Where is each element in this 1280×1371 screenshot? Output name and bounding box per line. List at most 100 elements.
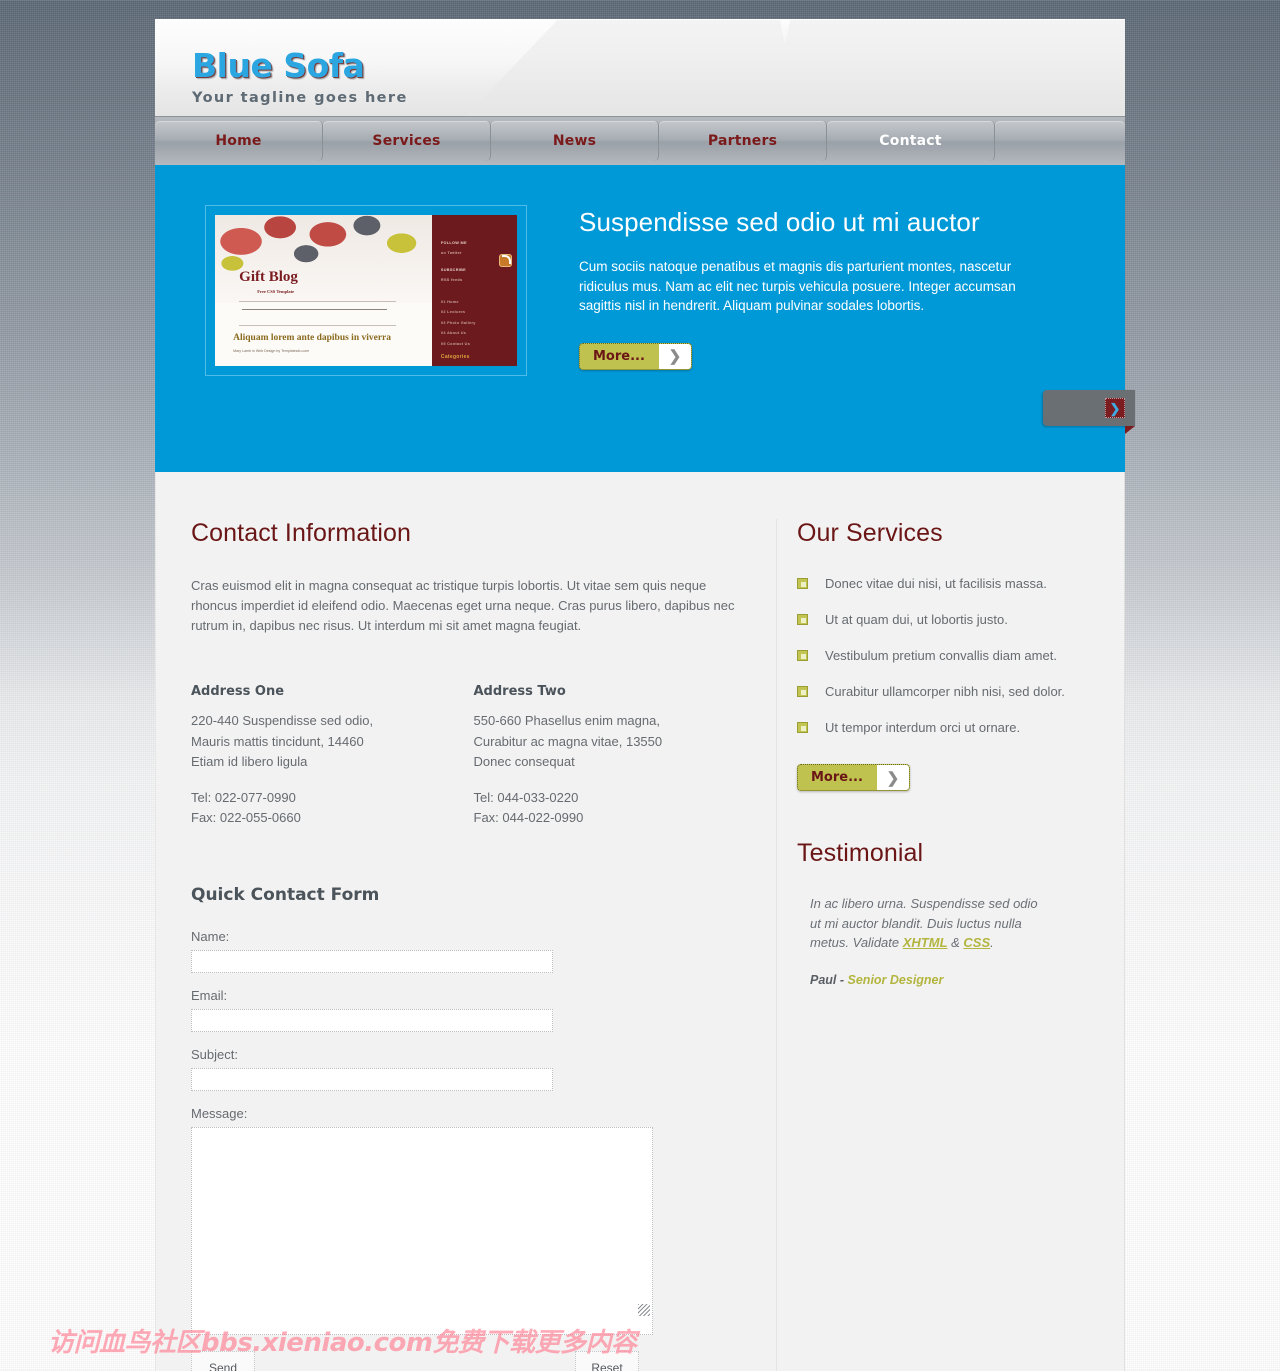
list-item[interactable]: Vestibulum pretium convallis diam amet.	[797, 648, 1124, 664]
hero-banner: FOLLOW ME on Twitter SUBSCRIBE RSS feeds…	[155, 165, 1135, 472]
bullet-square-icon	[797, 578, 808, 589]
nav-label: Services	[372, 133, 441, 149]
address-one-tel: Tel: 022-077-0990	[191, 789, 296, 805]
content-column-left: Contact Information Cras euismod elit in…	[156, 519, 776, 1371]
nav-item-partners[interactable]: Partners	[659, 121, 827, 161]
list-item[interactable]: Curabitur ullamcorper nibh nisi, sed dol…	[797, 684, 1124, 700]
thumbnail-credit: Mary Lamb in Web Design by Templates4u.c…	[233, 349, 310, 354]
brand-logo[interactable]: Blue Sofa Your tagline goes here	[192, 49, 408, 106]
thumbnail-menu-1: 02 Lectures	[440, 310, 466, 315]
slider-next-button[interactable]: ❯	[1043, 390, 1135, 434]
service-label: Donec vitae dui nisi, ut facilisis massa…	[825, 576, 1047, 591]
contact-intro-text: Cras euismod elit in magna consequat ac …	[191, 578, 735, 633]
main-content: Contact Information Cras euismod elit in…	[155, 472, 1125, 1371]
address-block-one: Address One 220-440 Suspendisse sed odio…	[191, 684, 474, 829]
banner-paragraph: Cum sociis natoque penatibus et magnis d…	[579, 259, 1016, 313]
send-button[interactable]: Send	[191, 1350, 255, 1371]
address-one-line-3: Etiam id libero ligula	[191, 754, 308, 769]
form-field-message: Message:	[191, 1106, 756, 1335]
banner-more-label: More...	[593, 348, 645, 364]
brand-tagline: Your tagline goes here	[192, 90, 408, 106]
thumbnail-menu-4: 05 Contact Us	[440, 341, 471, 346]
thumbnail-rule-bottom	[239, 325, 397, 327]
nav-label: Partners	[707, 133, 778, 149]
banner-heading: Suspendisse sed odio ut mi auctor	[579, 207, 980, 237]
css-validate-link[interactable]: CSS	[963, 935, 990, 950]
message-textarea[interactable]	[191, 1126, 653, 1335]
chevron-right-icon: ❯	[876, 765, 909, 790]
email-label: Email:	[191, 987, 228, 1003]
testimonial-author: Paul -	[810, 972, 848, 987]
thumbnail-menu-0: 01 Home	[440, 299, 459, 304]
nav-label: Contact	[879, 133, 942, 149]
address-two-tel: Tel: 044-033-0220	[473, 789, 579, 805]
chevron-right-icon: ❯	[1105, 398, 1125, 418]
xhtml-validate-link[interactable]: XHTML	[903, 935, 948, 950]
services-more-label: More...	[811, 770, 863, 785]
bullet-square-icon	[797, 722, 808, 733]
address-one-title: Address One	[191, 684, 285, 699]
form-field-subject: Subject:	[191, 1047, 756, 1091]
thumbnail-categories-title: Categories	[440, 353, 470, 360]
address-one-line-2: Mauris mattis tincidunt, 14460	[191, 733, 364, 749]
list-item[interactable]: Donec vitae dui nisi, ut facilisis massa…	[797, 576, 1124, 592]
address-row: Address One 220-440 Suspendisse sed odio…	[191, 684, 756, 829]
site-header: Blue Sofa Your tagline goes here	[155, 19, 1125, 116]
form-field-name: Name:	[191, 929, 756, 973]
testimonial-text-between: &	[947, 935, 964, 950]
nav-label: News	[552, 133, 597, 149]
bullet-square-icon	[797, 650, 808, 661]
address-two-line-3: Donec consequat	[473, 754, 575, 769]
thumbnail-follow-title: FOLLOW ME	[440, 240, 467, 245]
main-navigation: Home Services News Partners Contact	[155, 116, 1125, 165]
address-block-two: Address Two 550-660 Phasellus enim magna…	[474, 684, 757, 829]
service-label: Ut tempor interdum orci ut ornare.	[825, 720, 1021, 735]
brand-title: Blue Sofa	[192, 46, 365, 85]
service-label: Ut at quam dui, ut lobortis justo.	[825, 612, 1008, 627]
email-input[interactable]	[191, 1008, 553, 1032]
services-more-button[interactable]: More... ❯	[797, 764, 910, 791]
thumbnail-body-lines	[242, 308, 388, 312]
thumbnail-subtitle: Free CSS Template	[257, 288, 295, 294]
name-input[interactable]	[191, 949, 553, 973]
thumbnail-menu-3: 04 About Us	[440, 331, 467, 336]
subject-label: Subject:	[191, 1046, 238, 1062]
reset-button[interactable]: Reset	[575, 1350, 639, 1371]
service-label: Curabitur ullamcorper nibh nisi, sed dol…	[825, 684, 1065, 699]
nav-filler	[995, 121, 1125, 161]
thumbnail-subscribe-sub: RSS feeds	[440, 278, 463, 283]
form-field-email: Email:	[191, 988, 756, 1032]
banner-more-button[interactable]: More... ❯	[579, 342, 692, 370]
banner-thumbnail-frame[interactable]: FOLLOW ME on Twitter SUBSCRIBE RSS feeds…	[205, 205, 527, 376]
testimonial-role: Senior Designer	[847, 972, 944, 987]
nav-label: Home	[215, 133, 262, 149]
subject-input[interactable]	[191, 1067, 553, 1091]
thumbnail-floral-art	[215, 215, 433, 303]
address-two-title: Address Two	[473, 684, 566, 699]
list-item[interactable]: Ut at quam dui, ut lobortis justo.	[797, 612, 1124, 628]
nav-item-services[interactable]: Services	[323, 121, 491, 161]
nav-item-home[interactable]: Home	[155, 121, 323, 161]
address-one-line-1: 220-440 Suspendisse sed odio,	[191, 713, 374, 728]
list-item[interactable]: Ut tempor interdum orci ut ornare.	[797, 720, 1124, 736]
nav-item-contact[interactable]: Contact	[827, 121, 995, 161]
address-two-line-2: Curabitur ac magna vitae, 13550	[473, 733, 663, 749]
thumbnail-follow-sub: on Twitter	[440, 251, 462, 256]
address-two-fax: Fax: 044-022-0990	[473, 810, 584, 825]
services-heading: Our Services	[797, 519, 943, 547]
testimonial-signature: Paul - Senior Designer	[797, 973, 1124, 987]
contact-heading: Contact Information	[191, 519, 412, 547]
testimonial-text-after: .	[990, 935, 994, 950]
thumbnail-headline: Aliquam lorem ante dapibus in viverra	[233, 332, 392, 343]
services-list: Donec vitae dui nisi, ut facilisis massa…	[797, 576, 1124, 736]
thumbnail-sidebar: FOLLOW ME on Twitter SUBSCRIBE RSS feeds…	[432, 215, 517, 366]
thumbnail-rule-top	[239, 301, 397, 303]
testimonial-text: In ac libero urna. Suspendisse sed odio …	[797, 894, 1049, 953]
address-one-fax: Fax: 022-055-0660	[191, 810, 301, 825]
form-actions: Send Reset	[191, 1350, 756, 1371]
nav-item-news[interactable]: News	[491, 121, 659, 161]
rss-icon	[498, 254, 512, 268]
chevron-right-icon: ❯	[658, 343, 691, 369]
bullet-square-icon	[797, 686, 808, 697]
thumbnail-subscribe-title: SUBSCRIBE	[440, 267, 466, 272]
